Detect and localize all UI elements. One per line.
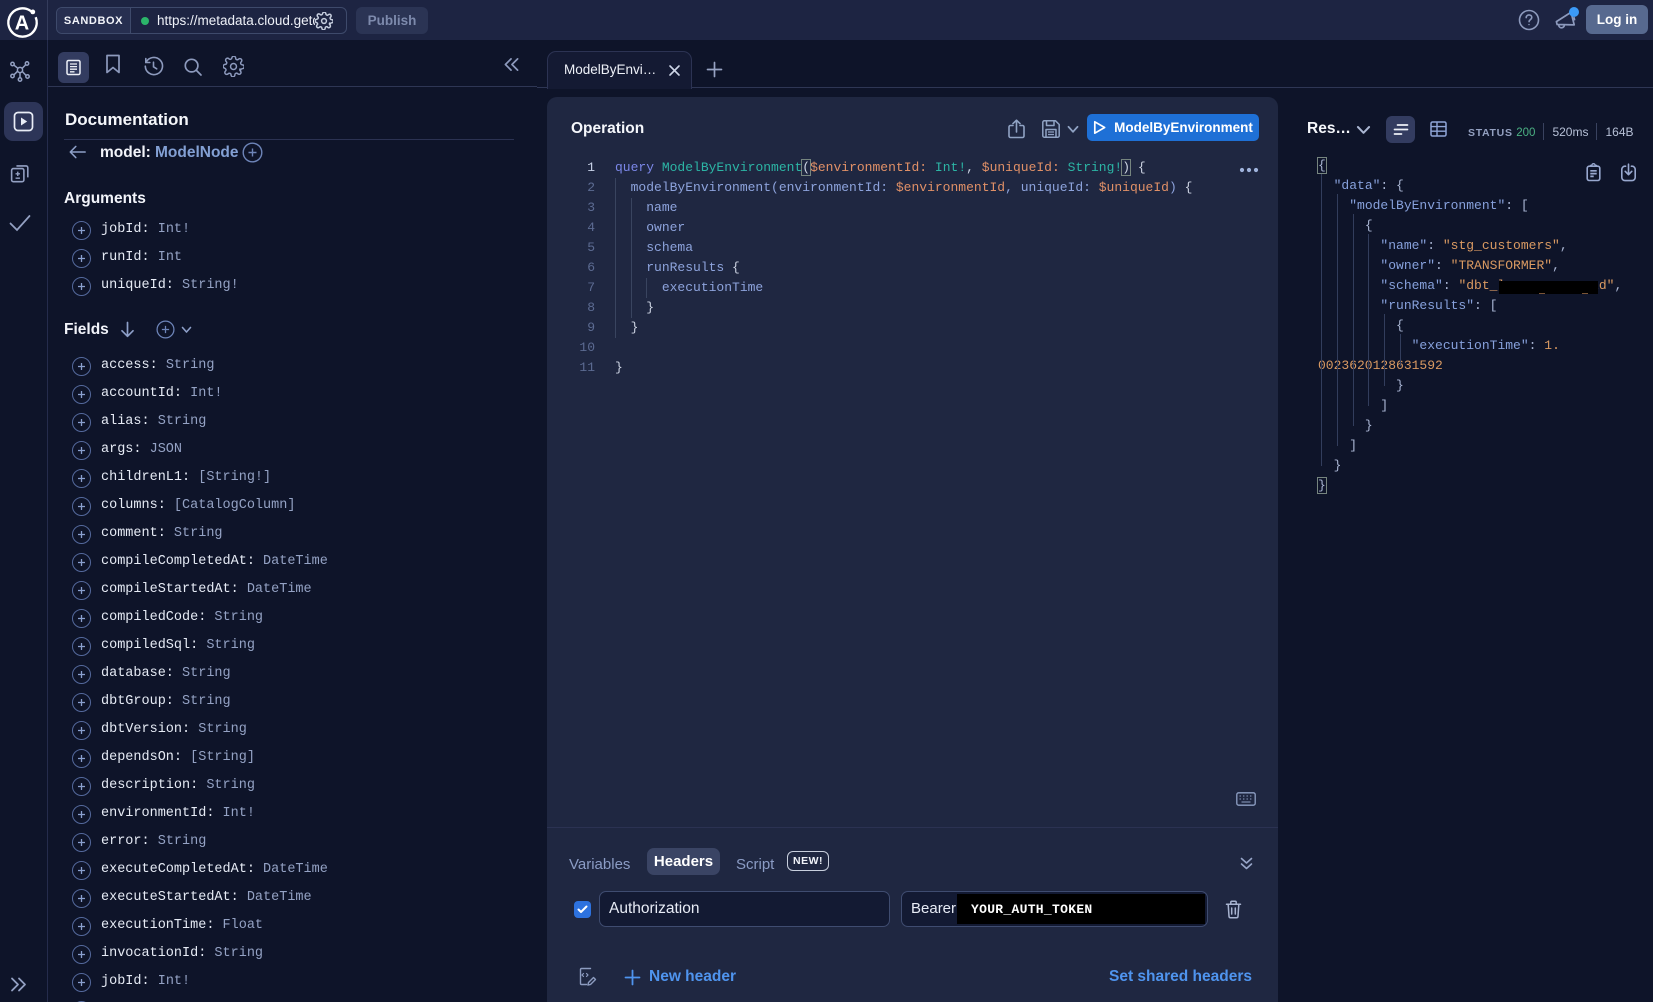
svg-text:A: A: [15, 13, 29, 35]
